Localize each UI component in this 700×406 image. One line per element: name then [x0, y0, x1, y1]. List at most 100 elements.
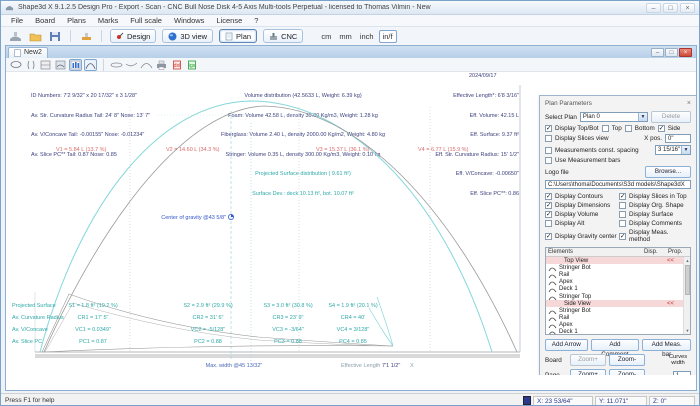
menu-fullscale[interactable]: Full scale [124, 16, 168, 25]
planer-tool-icon[interactable] [7, 29, 23, 43]
open-folder-icon[interactable] [27, 29, 43, 43]
flat-ellipse-icon[interactable] [110, 59, 123, 71]
group-row-side-view[interactable]: Side View << [546, 300, 690, 307]
delete-plan-button[interactable]: Delete [651, 111, 691, 123]
save-icon[interactable] [47, 29, 63, 43]
list-item[interactable]: Deck 1 [546, 286, 690, 293]
add-meas-bar-button[interactable]: Add Meas. bar [642, 339, 691, 351]
cr3-value: CR3 = 23' 9" [273, 315, 304, 321]
page-zoom-out-button[interactable]: Zoom- [609, 369, 645, 375]
cnc-icon [269, 32, 278, 41]
doc-close-button[interactable]: × [679, 48, 692, 57]
menu-file[interactable]: File [5, 16, 29, 25]
display-volume-checkbox[interactable]: ✓ [545, 211, 552, 218]
group-row-top-view[interactable]: Top View << [546, 257, 690, 264]
slices-view-icon[interactable] [69, 59, 82, 71]
pc2-value: PC2 = 0.88 [194, 339, 222, 345]
minimize-button[interactable]: – [646, 3, 661, 13]
elements-scrollbar[interactable]: ▲ ▼ [683, 257, 690, 334]
top-checkbox[interactable] [602, 125, 609, 132]
plan-select[interactable]: Plan 0 ▼ [580, 112, 648, 122]
board-zoom-out-button[interactable]: Zoom- [609, 354, 645, 366]
cnc-button[interactable]: CNC [263, 29, 303, 43]
slices-grid-icon[interactable] [39, 59, 52, 71]
doc-restore-button[interactable]: □ [665, 48, 678, 57]
board-3d-icon[interactable] [54, 59, 67, 71]
toolbar-separator [70, 30, 71, 42]
plan-button[interactable]: Plan [219, 29, 257, 43]
document-icon [14, 49, 21, 57]
menu-plans[interactable]: Plans [61, 16, 92, 25]
curve-icon [548, 328, 557, 335]
board-zoom-in-button[interactable]: Zoom+ [570, 354, 606, 366]
print-icon[interactable] [155, 59, 168, 71]
measurements-spacing-checkbox[interactable] [545, 147, 552, 154]
profile-view-icon[interactable] [24, 59, 37, 71]
status-help-text: Press F1 for help [5, 397, 55, 404]
page-zoom-in-button[interactable]: Zoom+ [570, 369, 606, 375]
display-slices-top-checkbox[interactable]: ✓ [619, 193, 626, 200]
display-surface-checkbox[interactable] [619, 211, 626, 218]
display-topbot-checkbox[interactable]: ✓ [545, 125, 552, 132]
list-item[interactable]: Deck 1 [546, 329, 690, 335]
display-comments-checkbox[interactable] [619, 220, 626, 227]
list-item[interactable]: Stringer Bot [546, 264, 690, 271]
measurement-bars-checkbox[interactable] [545, 157, 552, 164]
menu-license[interactable]: License [210, 16, 248, 25]
scroll-down-icon[interactable]: ▼ [684, 327, 691, 334]
rocker-curve-icon[interactable] [125, 59, 138, 71]
maximize-button[interactable]: □ [663, 3, 678, 13]
list-item[interactable]: Rail [546, 271, 690, 278]
elements-list: Elements Disp. Prop. Top View << Stringe… [545, 247, 691, 335]
doc-minimize-button[interactable]: – [651, 48, 664, 57]
list-item[interactable]: Stringer Bot [546, 307, 690, 314]
list-item[interactable]: Stringer Top [546, 293, 690, 300]
display-alt-checkbox[interactable] [545, 220, 552, 227]
plan-mode-icon[interactable] [84, 59, 97, 71]
menu-windows[interactable]: Windows [168, 16, 210, 25]
add-comment-button[interactable]: Add Comment [591, 339, 640, 351]
list-item[interactable]: Apex [546, 279, 690, 286]
menu-bar: File Board Plans Marks Full scale Window… [1, 15, 699, 27]
display-gravity-checkbox[interactable]: ✓ [545, 233, 552, 240]
side-checkbox[interactable]: ✓ [658, 125, 665, 132]
close-button[interactable]: × [680, 3, 695, 13]
unit-inf[interactable]: in/f [379, 30, 397, 43]
display-dimensions-checkbox[interactable]: ✓ [545, 202, 552, 209]
scroll-thumb[interactable] [685, 265, 690, 295]
tab-new2[interactable]: New2 [8, 47, 48, 58]
logo-browse-button[interactable]: Browse... [645, 166, 691, 178]
unit-mm[interactable]: mm [336, 31, 355, 42]
3dview-button[interactable]: 3D view [162, 29, 213, 43]
dome-curve-icon[interactable] [140, 59, 153, 71]
list-item[interactable]: Rail [546, 315, 690, 322]
drawing-canvas[interactable]: 2024/09/17 ID Numbers: 7'2 9/32" x 20 17… [7, 72, 696, 375]
logo-path-input[interactable]: C:\Users\thoma\Documents\S3d models\Shap… [545, 180, 691, 189]
design-icon [116, 32, 124, 40]
unit-inch[interactable]: inch [357, 31, 377, 42]
fullscale-icon[interactable] [78, 29, 94, 43]
spacing-select[interactable]: 3 15/16" ▼ [655, 145, 691, 155]
display-contours-checkbox[interactable]: ✓ [545, 193, 552, 200]
menu-marks[interactable]: Marks [92, 16, 124, 25]
export-dxf-red-icon[interactable]: dxl [170, 59, 183, 71]
display-org-shape-checkbox[interactable] [619, 202, 626, 209]
outline-view-icon[interactable] [9, 59, 22, 71]
unit-cm[interactable]: cm [318, 31, 334, 42]
row-label-radius: Av. Curvature Radius [12, 315, 64, 321]
xpos-input[interactable]: 0" [665, 134, 691, 143]
export-igs-green-icon[interactable]: igs [185, 59, 198, 71]
menu-help[interactable]: ? [248, 16, 264, 25]
display-slices-view-checkbox[interactable] [545, 135, 552, 142]
curves-width-input[interactable]: 1 [673, 371, 691, 376]
toolbar-separator [103, 59, 104, 71]
list-item[interactable]: Apex [546, 322, 690, 329]
scroll-up-icon[interactable]: ▲ [684, 257, 691, 264]
add-arrow-button[interactable]: Add Arrow [545, 339, 588, 351]
pc1-value: PC1 = 0.87 [79, 339, 107, 345]
display-meas-method-checkbox[interactable]: ✓ [619, 233, 626, 240]
design-button[interactable]: Design [110, 29, 156, 43]
menu-board[interactable]: Board [29, 16, 61, 25]
panel-close-icon[interactable]: × [687, 100, 691, 107]
bottom-checkbox[interactable] [625, 125, 632, 132]
